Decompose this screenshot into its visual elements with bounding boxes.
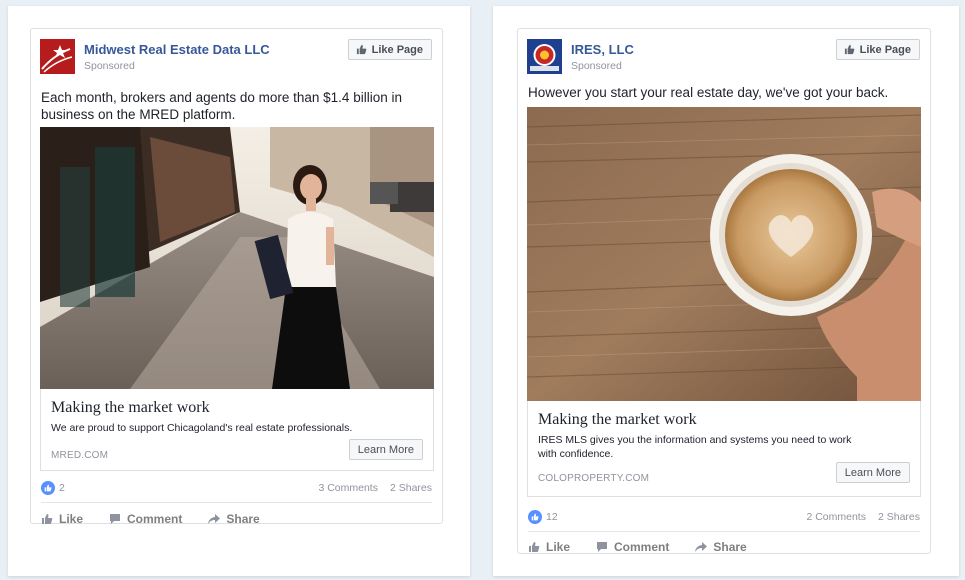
comment-label: Comment <box>127 512 183 526</box>
comment-button[interactable]: Comment <box>596 537 669 557</box>
action-bar: Like Comment Share <box>528 537 747 557</box>
like-count[interactable]: 2 <box>59 482 65 494</box>
share-icon <box>208 514 221 524</box>
ad-panel-ires: IRES, LLC Sponsored Like Page However yo… <box>493 6 959 576</box>
post-header: IRES, LLC Sponsored Like Page <box>527 39 920 79</box>
post-header: Midwest Real Estate Data LLC Sponsored L… <box>40 39 432 79</box>
thumbs-up-icon <box>41 481 55 495</box>
like-page-button[interactable]: Like Page <box>347 39 432 60</box>
like-page-button[interactable]: Like Page <box>835 39 920 60</box>
engagement-stats: 12 2 Comments 2 Shares <box>528 509 920 525</box>
sponsored-label: Sponsored <box>571 60 622 72</box>
like-label: Like <box>546 540 571 554</box>
like-label: Like <box>59 512 84 526</box>
share-button[interactable]: Share <box>208 509 260 529</box>
ad-photo-coffee-cup[interactable] <box>527 107 921 401</box>
thumbs-up-icon <box>844 44 855 55</box>
link-domain: COLOPROPERTY.COM <box>538 473 650 484</box>
link-domain: MRED.COM <box>51 450 109 461</box>
learn-more-button[interactable]: Learn More <box>348 439 423 460</box>
engagement-stats: 2 3 Comments 2 Shares <box>41 480 432 496</box>
comments-count[interactable]: 3 Comments <box>318 482 378 494</box>
like-page-label: Like Page <box>859 43 911 56</box>
thumbs-up-icon <box>529 542 540 552</box>
divider <box>41 502 432 503</box>
link-description: IRES MLS gives you the information and s… <box>538 434 852 460</box>
like-button[interactable]: Like <box>528 537 570 557</box>
ad-card: Midwest Real Estate Data LLC Sponsored L… <box>30 28 443 526</box>
comment-button[interactable]: Comment <box>109 509 182 529</box>
link-title[interactable]: Making the market work <box>538 411 697 429</box>
post-text: However you start your real estate day, … <box>528 85 889 100</box>
share-label: Share <box>226 512 260 526</box>
learn-more-button[interactable]: Learn More <box>835 462 910 483</box>
mred-logo[interactable] <box>40 39 75 74</box>
share-label: Share <box>713 540 747 554</box>
thumbs-up-icon <box>42 514 53 524</box>
like-page-label: Like Page <box>371 43 423 56</box>
thumbs-up-icon <box>356 44 367 55</box>
post-text: Each month, brokers and agents do more t… <box>41 90 402 122</box>
sponsored-label: Sponsored <box>84 60 135 72</box>
link-preview[interactable]: Making the market work We are proud to s… <box>40 389 434 471</box>
page-name-link[interactable]: Midwest Real Estate Data LLC <box>84 42 270 57</box>
comments-count[interactable]: 2 Comments <box>806 511 866 523</box>
comment-label: Comment <box>614 540 670 554</box>
divider <box>528 531 920 532</box>
shares-count[interactable]: 2 Shares <box>390 482 432 494</box>
thumbs-up-icon <box>528 510 542 524</box>
share-button[interactable]: Share <box>695 537 747 557</box>
ires-logo[interactable] <box>527 39 562 74</box>
page-name-link[interactable]: IRES, LLC <box>571 42 634 57</box>
ad-panel-mred: Midwest Real Estate Data LLC Sponsored L… <box>8 6 470 576</box>
action-bar: Like Comment Share <box>41 509 260 529</box>
link-description: We are proud to support Chicagoland's re… <box>51 422 353 434</box>
like-count[interactable]: 12 <box>546 511 558 523</box>
ad-card: IRES, LLC Sponsored Like Page However yo… <box>517 28 931 554</box>
link-preview[interactable]: Making the market work IRES MLS gives yo… <box>527 401 921 497</box>
comment-icon <box>597 542 608 552</box>
link-title[interactable]: Making the market work <box>51 399 210 417</box>
ad-photo-businesswoman[interactable] <box>40 127 434 389</box>
comment-icon <box>110 514 121 524</box>
share-icon <box>695 542 708 552</box>
like-button[interactable]: Like <box>41 509 83 529</box>
shares-count[interactable]: 2 Shares <box>878 511 920 523</box>
